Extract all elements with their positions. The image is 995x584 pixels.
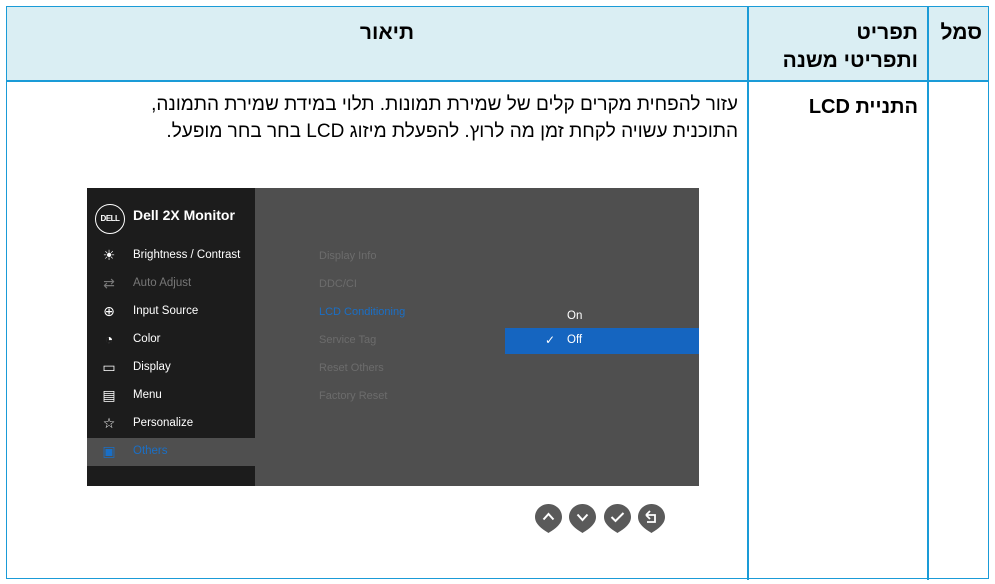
description-line-2: התוכנית עשויה לקחת זמן מה לרוץ. להפעלת מ…: [166, 121, 738, 142]
osd-menu-item-personalize[interactable]: ☆ Personalize: [87, 410, 255, 438]
osd-sub-item-factory-reset[interactable]: Factory Reset: [319, 390, 387, 402]
header-submenu-line1: תפריט: [856, 21, 918, 44]
description-line-1: עזור להפחית מקרים קלים של שמירת תמונות. …: [151, 94, 738, 115]
chevron-down-icon[interactable]: [568, 503, 597, 534]
osd-menu-item-menu[interactable]: ▤ Menu: [87, 382, 255, 410]
brightness-icon: ☀: [102, 247, 116, 263]
header-description: תיאור: [359, 21, 415, 44]
check-icon: ✓: [545, 333, 556, 347]
osd-menu-item-brightness[interactable]: ☀ Brightness / Contrast: [87, 242, 255, 270]
auto-adjust-icon: ⇄: [103, 275, 115, 291]
color-icon: ◔: [104, 331, 114, 347]
option-off-selected[interactable]: ✓ Off: [505, 328, 699, 354]
osd-title: Dell 2X Monitor: [133, 207, 235, 223]
input-source-icon: ⊕: [103, 303, 115, 319]
option-on[interactable]: On: [567, 310, 582, 322]
submenu-name: התניית LCD: [808, 96, 918, 118]
display-icon: ▭: [102, 359, 116, 375]
osd-menu-item-display[interactable]: ▭ Display: [87, 354, 255, 382]
check-button-icon[interactable]: [603, 503, 632, 534]
osd-menu-item-others[interactable]: ▣ Others: [87, 438, 255, 466]
menu-icon: ▤: [102, 387, 116, 403]
osd-menu: DELL Dell 2X Monitor ☀ Brightness / Cont…: [87, 188, 699, 486]
osd-menu-item-auto-adjust[interactable]: ⇄ Auto Adjust: [87, 270, 255, 298]
osd-sub-item-ddc-ci[interactable]: DDC/CI: [319, 278, 357, 290]
others-icon: ▣: [102, 443, 116, 459]
osd-sub-item-display-info[interactable]: Display Info: [319, 250, 376, 262]
chevron-up-icon[interactable]: [534, 503, 563, 534]
header-symbol: סמל: [940, 21, 982, 44]
column-divider: [747, 7, 749, 580]
column-divider: [927, 7, 929, 580]
osd-menu-item-input-source[interactable]: ⊕ Input Source: [87, 298, 255, 326]
osd-title-bar: DELL Dell 2X Monitor: [87, 188, 255, 238]
dell-logo: DELL: [95, 204, 125, 234]
osd-sub-item-reset-others[interactable]: Reset Others: [319, 362, 384, 374]
star-icon: ☆: [102, 415, 116, 431]
osd-sub-item-lcd-conditioning[interactable]: LCD Conditioning: [319, 306, 405, 318]
osd-sub-item-service-tag[interactable]: Service Tag: [319, 334, 376, 346]
header-submenu-line2: ותפריטי משנה: [782, 49, 918, 72]
spec-table: סמל תפריט ותפריטי משנה תיאור התניית LCD …: [6, 6, 989, 580]
osd-menu-item-color[interactable]: ◔ Color: [87, 326, 255, 354]
back-icon[interactable]: [637, 503, 666, 534]
